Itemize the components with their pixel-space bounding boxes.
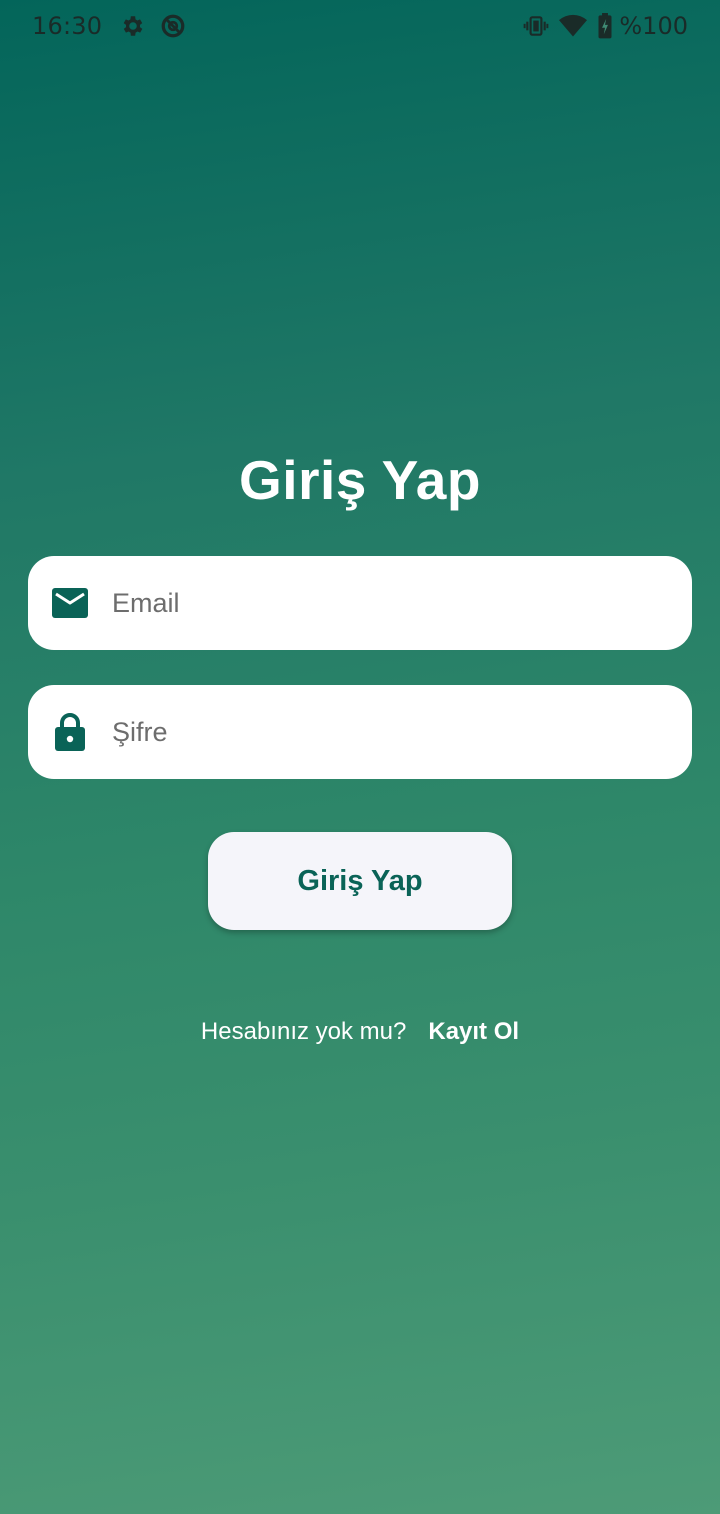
vibrate-icon (523, 13, 549, 39)
wifi-icon (559, 14, 588, 38)
password-input[interactable] (112, 685, 672, 779)
status-left: 16:30 (32, 12, 200, 40)
lock-icon (52, 713, 88, 751)
mail-icon (52, 585, 88, 621)
settings-icon (120, 13, 146, 39)
register-row: Hesabınız yok mu? Kayıt Ol (0, 1018, 720, 1046)
battery-charging-icon (597, 13, 613, 39)
password-field[interactable] (28, 685, 692, 779)
status-bar: 16:30 %100 (0, 0, 720, 52)
data-saver-icon (160, 13, 186, 39)
email-input[interactable] (112, 556, 672, 650)
login-button[interactable]: Giriş Yap (208, 832, 512, 930)
status-right: %100 (513, 12, 688, 40)
register-prompt: Hesabınız yok mu? (200, 1018, 407, 1045)
status-time: 16:30 (32, 12, 103, 40)
battery-level: %100 (619, 12, 688, 40)
register-link[interactable]: Kayıt Ol (428, 1018, 519, 1046)
email-field[interactable] (28, 556, 692, 650)
page-title: Giriş Yap (239, 449, 481, 511)
